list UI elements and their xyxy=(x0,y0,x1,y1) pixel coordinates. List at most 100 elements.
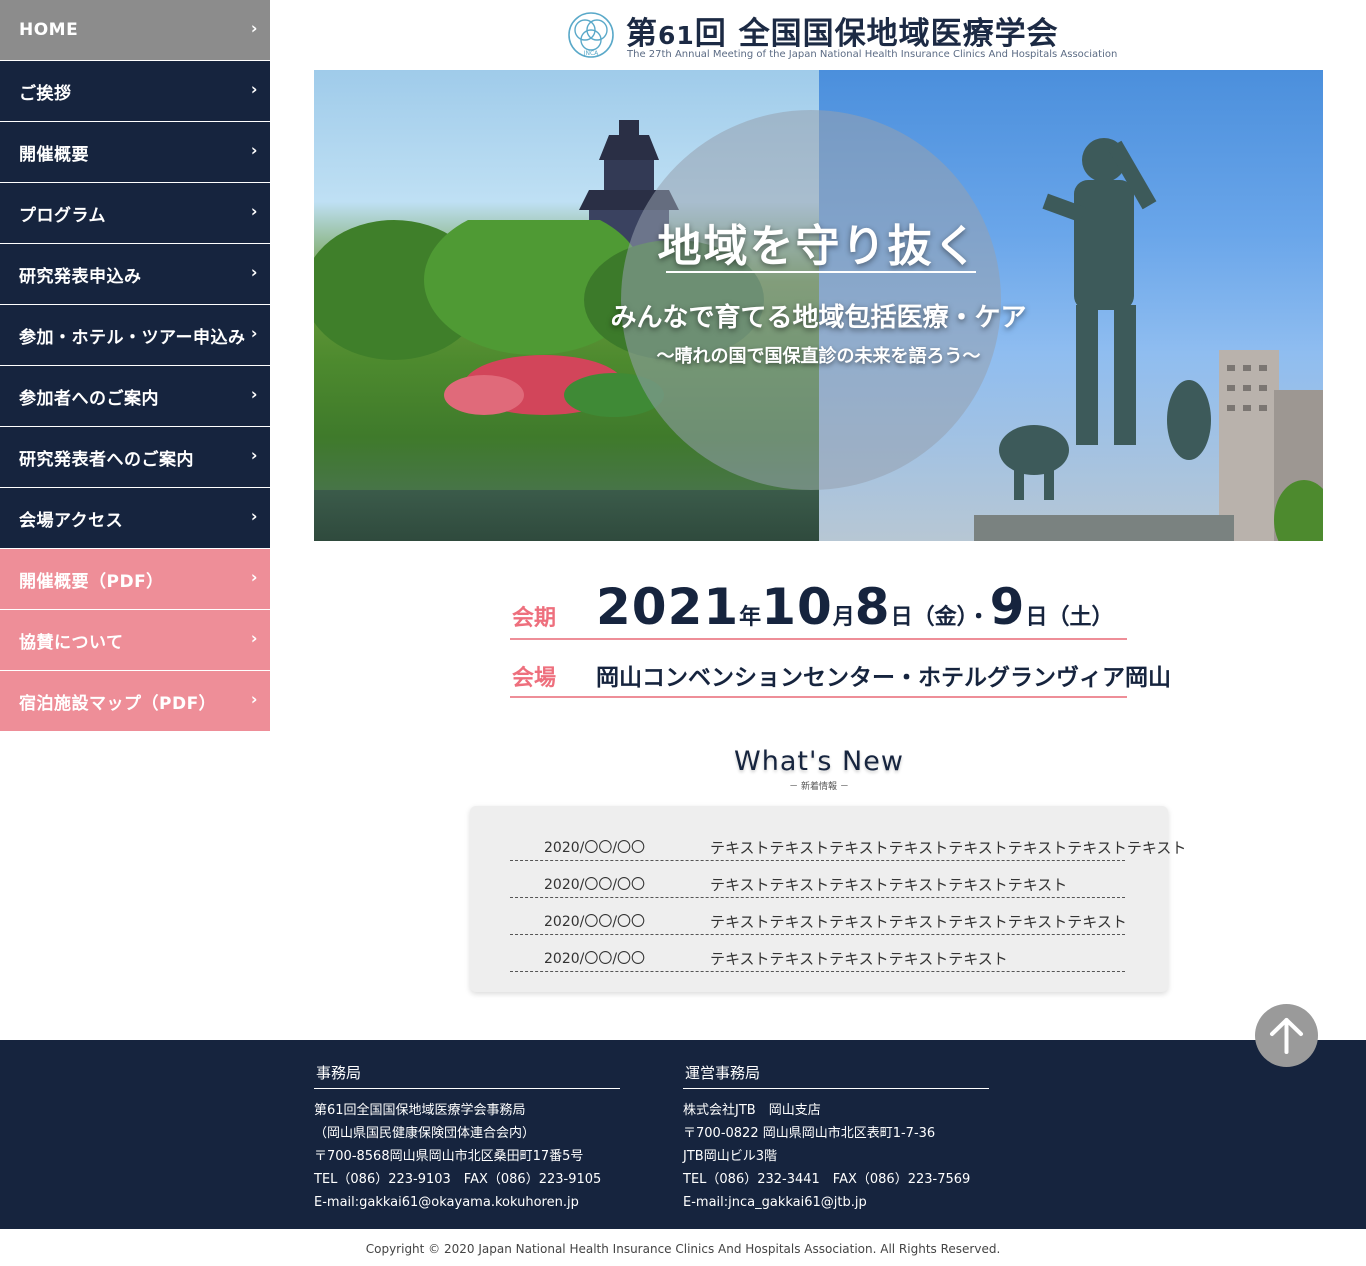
site-footer: 事務局 第61回全国国保地域医療学会事務局 （岡山県国民健康保険団体連合会内） … xyxy=(0,1040,1366,1229)
title-main: 回 全国国保地域医療学会 xyxy=(694,16,1059,52)
date-value: 2021年10月8日（金）・9日（土） xyxy=(596,578,1113,636)
arrow-up-icon xyxy=(1270,1018,1303,1054)
date-label: 会期 xyxy=(512,606,557,631)
site-title: 第61回 全国国保地域医療学会 xyxy=(626,8,1059,53)
nav-item-label: ご挨拶 xyxy=(19,83,72,104)
jnca-logo[interactable]: JNCA xyxy=(566,10,616,60)
news-date: 2020/〇〇/〇〇 xyxy=(544,951,646,967)
nav-item-greeting[interactable]: ご挨拶 › xyxy=(0,61,270,122)
title-number: 61 xyxy=(658,21,695,50)
nav-item-sponsorship[interactable]: 協賛について › xyxy=(0,610,270,671)
footer-line: 株式会社JTB 岡山支店 xyxy=(683,1103,821,1118)
news-date: 2020/〇〇/〇〇 xyxy=(544,914,646,930)
date-day-unit: 日 xyxy=(890,605,913,630)
news-heading: What's New － 新着情報 － xyxy=(0,746,1366,792)
copyright: Copyright © 2020 Japan National Health I… xyxy=(365,1242,1001,1256)
date-year-unit: 年 xyxy=(739,605,762,630)
chevron-right-icon: › xyxy=(250,140,258,160)
news-date: 2020/〇〇/〇〇 xyxy=(544,877,646,893)
venue-value: 岡山コンベンションセンター・ホテルグランヴィア岡山 xyxy=(596,665,1171,691)
footer-line: TEL（086）223-9103 FAX（086）223-9105 xyxy=(314,1172,602,1187)
chevron-right-icon: › xyxy=(250,201,258,221)
chevron-right-icon: › xyxy=(250,384,258,404)
nav-item-home[interactable]: HOME › xyxy=(0,0,270,61)
date-dow1: （金） xyxy=(912,605,968,630)
chevron-right-icon: › xyxy=(250,506,258,526)
footer-secretariat: 事務局 第61回全国国保地域医療学会事務局 （岡山県国民健康保険団体連合会内） … xyxy=(314,1062,620,1214)
hero-tagline: 〜晴れの国で国保直診の未来を語ろう〜 xyxy=(656,346,981,367)
chevron-right-icon: › xyxy=(250,567,258,587)
nav-item-program[interactable]: プログラム › xyxy=(0,183,270,244)
news-item[interactable]: 2020/〇〇/〇〇 テキストテキストテキストテキストテキストテキスト xyxy=(510,861,1125,898)
hero-subheadline: みんなで育てる地域包括医療・ケア xyxy=(610,303,1027,333)
footer-line: TEL（086）232-3441 FAX（086）223-7569 xyxy=(683,1172,971,1187)
title-prefix: 第 xyxy=(626,16,658,52)
footer-email-link[interactable]: E-mail:jnca_gakkai61@jtb.jp xyxy=(683,1191,989,1214)
nav-item-label: 会場アクセス xyxy=(19,510,124,531)
venue-label: 会場 xyxy=(512,666,557,691)
nav-item-overview[interactable]: 開催概要 › xyxy=(0,122,270,183)
pond xyxy=(314,490,819,541)
nav-item-label: 開催概要（PDF） xyxy=(19,571,164,592)
news-item[interactable]: 2020/〇〇/〇〇 テキストテキストテキストテキストテキストテキストテキスト xyxy=(510,898,1127,935)
nav-item-registration[interactable]: 参加・ホテル・ツアー申込み › xyxy=(0,305,270,366)
news-subtitle: － 新着情報 － xyxy=(789,782,849,792)
page: HOME › ご挨拶 › 開催概要 › プログラム › 研究発表申込み › 参加… xyxy=(0,0,1366,1266)
footer-operations-office: 運営事務局 株式会社JTB 岡山支店 〒700-0822 岡山県岡山市北区表町1… xyxy=(683,1062,989,1214)
footer-line: 〒700-0822 岡山県岡山市北区表町1-7-36 xyxy=(683,1126,936,1141)
nav-item-label: 開催概要 xyxy=(19,144,89,165)
footer-line: 〒700-8568岡山県岡山市北区桑田町17番5号 xyxy=(314,1149,584,1164)
news-list: 2020/〇〇/〇〇 テキストテキストテキストテキストテキストテキストテキストテ… xyxy=(470,806,1186,992)
news-item[interactable]: 2020/〇〇/〇〇 テキストテキストテキストテキストテキストテキストテキストテ… xyxy=(510,824,1186,861)
nav-item-label: 参加・ホテル・ツアー申込み xyxy=(19,327,246,348)
nav-item-access[interactable]: 会場アクセス › xyxy=(0,488,270,549)
nav-item-label: HOME xyxy=(19,20,79,40)
date-month: 10 xyxy=(761,578,833,636)
chevron-right-icon: › xyxy=(250,323,258,343)
date-month-unit: 月 xyxy=(832,605,855,630)
date-dow2: （土） xyxy=(1047,605,1114,630)
nav-item-hotel-map-pdf[interactable]: 宿泊施設マップ（PDF） › xyxy=(0,671,270,732)
nav-item-label: 宿泊施設マップ（PDF） xyxy=(19,693,217,714)
nav-item-label: 研究発表者へのご案内 xyxy=(19,449,194,470)
nav-item-overview-pdf[interactable]: 開催概要（PDF） › xyxy=(0,549,270,610)
news-text: テキストテキストテキストテキストテキストテキストテキスト xyxy=(710,913,1127,931)
chevron-right-icon: › xyxy=(250,628,258,648)
event-dates: 会期 2021年10月8日（金）・9日（土） xyxy=(510,578,1127,640)
news-text: テキストテキストテキストテキストテキスト xyxy=(710,950,1008,968)
nav-item-label: プログラム xyxy=(19,205,106,226)
event-venue: 会場 岡山コンベンションセンター・ホテルグランヴィア岡山 xyxy=(510,654,1171,698)
footer-line: 第61回全国国保地域医療学会事務局 xyxy=(314,1103,526,1118)
hero-underline xyxy=(666,271,976,273)
footer-line: JTB岡山ビル3階 xyxy=(683,1149,777,1164)
nav-item-presentation-application[interactable]: 研究発表申込み › xyxy=(0,244,270,305)
sidebar-nav: HOME › ご挨拶 › 開催概要 › プログラム › 研究発表申込み › 参加… xyxy=(0,0,270,732)
chevron-right-icon: › xyxy=(250,262,258,282)
scroll-top-button[interactable] xyxy=(1255,1004,1318,1067)
hero-banner: 地域を守り抜く みんなで育てる地域包括医療・ケア 〜晴れの国で国保直診の未来を語… xyxy=(314,70,1323,541)
footer-heading: 運営事務局 xyxy=(683,1062,989,1089)
nav-item-label: 研究発表申込み xyxy=(19,266,142,287)
nav-item-participant-guide[interactable]: 参加者へのご案内 › xyxy=(0,366,270,427)
date-separator: ・ xyxy=(967,605,990,630)
site-subtitle: The 27th Annual Meeting of the Japan Nat… xyxy=(627,49,1118,60)
footer-email-link[interactable]: E-mail:gakkai61@okayama.kokuhoren.jp xyxy=(314,1191,620,1214)
site-header: JNCA 第61回 全国国保地域医療学会 The 27th Annual Mee… xyxy=(566,8,1117,64)
nav-item-presenter-guide[interactable]: 研究発表者へのご案内 › xyxy=(0,427,270,488)
footer-line: （岡山県国民健康保険団体連合会内） xyxy=(314,1126,536,1141)
chevron-right-icon: › xyxy=(250,18,258,38)
news-date: 2020/〇〇/〇〇 xyxy=(544,840,646,856)
hero-headline: 地域を守り抜く xyxy=(657,221,980,272)
footer-heading: 事務局 xyxy=(314,1062,620,1089)
nav-item-label: 協賛について xyxy=(19,632,124,653)
date-day1: 8 xyxy=(854,578,891,636)
chevron-right-icon: › xyxy=(250,79,258,99)
chevron-right-icon: › xyxy=(250,445,258,465)
date-year: 2021 xyxy=(596,578,740,636)
chevron-right-icon: › xyxy=(250,689,258,709)
nav-item-label: 参加者へのご案内 xyxy=(19,388,159,409)
news-title: What's New xyxy=(734,746,904,777)
news-text: テキストテキストテキストテキストテキストテキスト xyxy=(710,876,1068,894)
logo-text: JNCA xyxy=(583,50,599,57)
news-item[interactable]: 2020/〇〇/〇〇 テキストテキストテキストテキストテキスト xyxy=(510,935,1125,972)
